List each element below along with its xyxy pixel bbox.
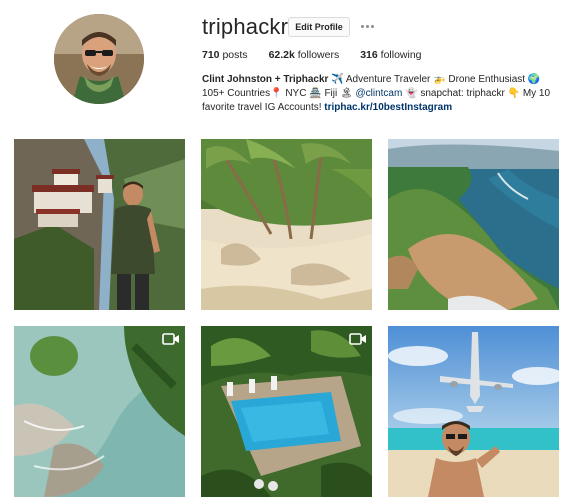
posts-count: 710	[202, 49, 220, 61]
posts-stat: 710 posts	[202, 49, 248, 61]
followers-stat[interactable]: 62.2k followers	[269, 49, 340, 61]
followers-label: followers	[297, 49, 340, 61]
profile-stats: 710 posts 62.2k followers 316 following	[202, 49, 443, 61]
edit-profile-button[interactable]: Edit Profile	[288, 17, 350, 37]
post-tile[interactable]	[201, 139, 372, 310]
post-tile[interactable]	[388, 139, 559, 310]
profile-avatar[interactable]	[54, 14, 144, 104]
post-image-pool	[201, 326, 372, 497]
following-label: following	[380, 49, 422, 61]
username: triphackr	[202, 14, 289, 39]
full-name: Clint Johnston + Triphackr	[202, 74, 329, 85]
post-image-lagoon	[14, 326, 185, 497]
video-camera-icon	[162, 332, 180, 346]
post-tile[interactable]	[14, 326, 185, 497]
post-tile[interactable]	[201, 326, 372, 497]
following-stat[interactable]: 316 following	[360, 49, 421, 61]
posts-label: posts	[222, 49, 248, 61]
video-camera-icon	[349, 332, 367, 346]
post-image-plane-beach	[388, 326, 559, 497]
bio-website-link[interactable]: triphac.kr/10bestInstagram	[324, 102, 452, 113]
bio-mention-link[interactable]: @clintcam	[355, 88, 402, 99]
post-image-coastline	[388, 139, 559, 310]
following-count: 316	[360, 49, 378, 61]
post-tile[interactable]	[14, 139, 185, 310]
profile-bio: Clint Johnston + Triphackr ✈️ Adventure …	[202, 73, 554, 115]
more-options-icon[interactable]	[358, 19, 376, 33]
post-image-monastery	[14, 139, 185, 310]
post-image-palm-beach	[201, 139, 372, 310]
post-tile[interactable]	[388, 326, 559, 497]
followers-count: 62.2k	[268, 49, 295, 61]
